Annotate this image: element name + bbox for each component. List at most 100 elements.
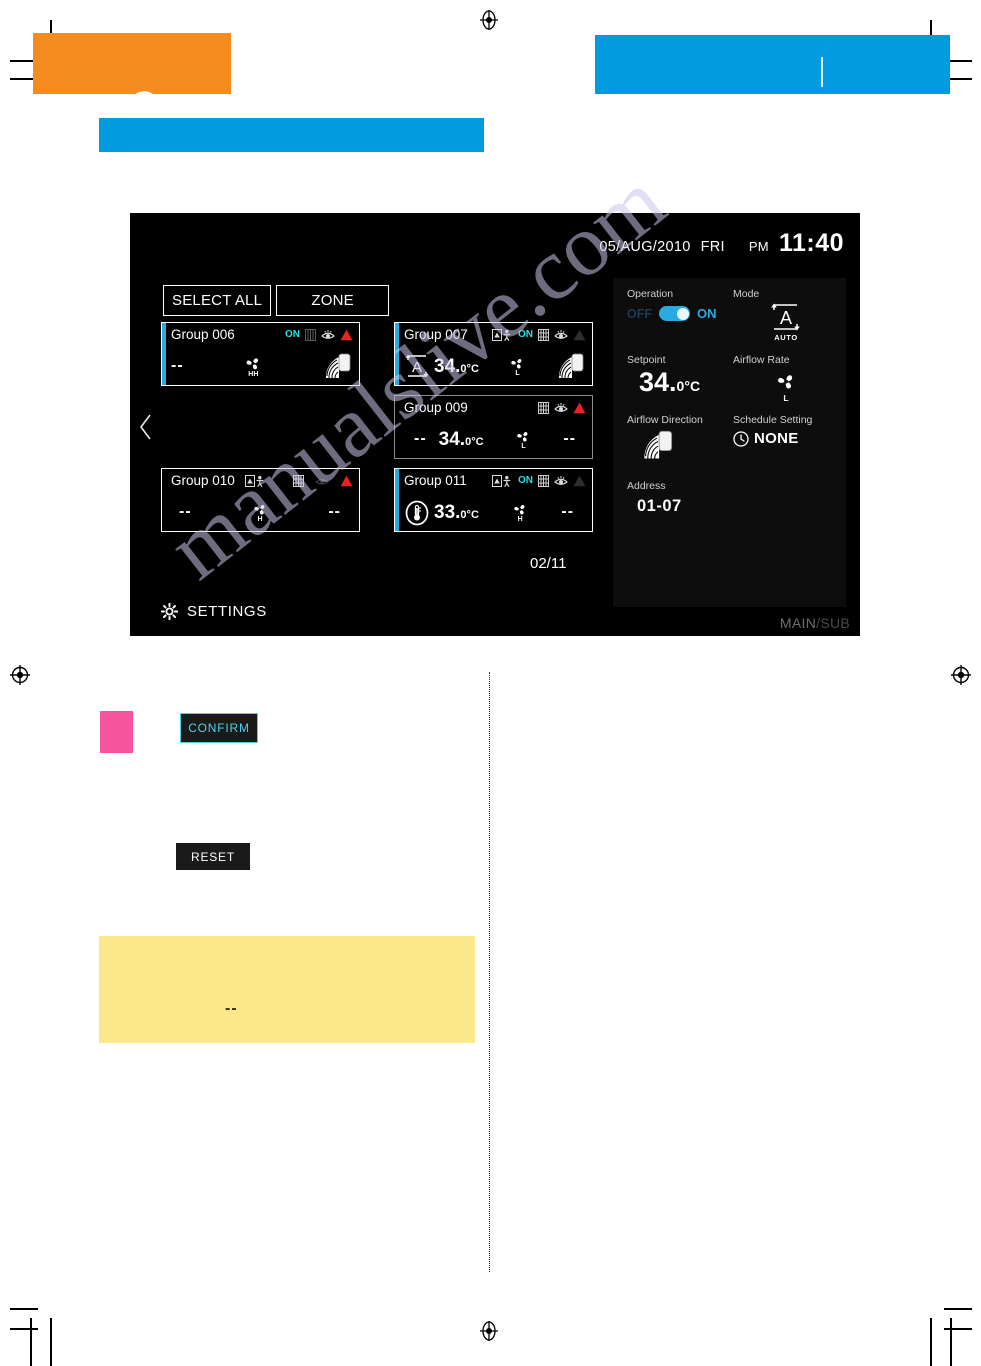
group-louver-dash: -- — [328, 503, 341, 520]
schedule-setting-block[interactable]: Schedule Setting NONE — [733, 414, 839, 467]
group-name: Group 007 — [404, 327, 468, 342]
fan-icon — [733, 371, 839, 392]
prev-page-chevron-icon[interactable] — [138, 412, 154, 446]
screen-top-buttons: SELECT ALL ZONE — [163, 285, 390, 316]
group-fan-level: HH — [248, 370, 259, 378]
eye-icon — [554, 329, 568, 341]
address-value: 01-07 — [637, 497, 682, 515]
airflow-rate-label: Airflow Rate — [733, 354, 790, 366]
toggle-switch[interactable] — [659, 306, 690, 321]
filter-icon — [538, 474, 549, 487]
warning-triangle-icon — [340, 475, 353, 487]
control-panel: Operation OFF ON Mode A AUTO Setpoint 34… — [613, 278, 846, 607]
confirm-chip-label: CONFIRM — [188, 721, 250, 735]
schedule-value-row: NONE — [733, 430, 839, 447]
operation-label: Operation — [627, 288, 674, 300]
settings-label: SETTINGS — [187, 603, 267, 620]
crop-mark-bl-v — [50, 1318, 52, 1366]
warning-triangle-icon — [573, 402, 586, 414]
airflow-rate-value: L — [783, 393, 789, 403]
address-centralized-row: Address 01-07 — [627, 480, 839, 516]
status-ampm: PM — [748, 239, 769, 254]
eye-icon — [321, 329, 335, 341]
registration-mark-right — [950, 664, 972, 686]
zone-button[interactable]: ZONE — [276, 285, 390, 316]
section-banner — [99, 118, 484, 152]
svg-text:A: A — [412, 359, 422, 376]
group-fan: HH — [244, 355, 262, 378]
status-weekday: FRI — [700, 239, 725, 255]
mode-label: Mode — [733, 288, 760, 300]
group-temp-dash: -- — [171, 357, 184, 374]
group-temp-dash: -- — [179, 503, 192, 520]
select-all-button[interactable]: SELECT ALL — [163, 285, 272, 316]
group-card-011[interactable]: Group 011 ON 33.0°C H -- — [394, 468, 593, 532]
setpoint-value: 34.0°C — [639, 369, 733, 396]
group-temp-dash: -- — [414, 430, 427, 447]
crop-mark-br-h2 — [944, 1308, 972, 1310]
fan-icon — [509, 356, 525, 371]
settings-button[interactable]: SETTINGS — [161, 603, 267, 620]
crop-mark-br-h — [944, 1328, 972, 1330]
toggle-knob — [676, 307, 689, 320]
fan-icon — [252, 502, 268, 517]
eye-icon — [554, 475, 568, 487]
group-fan-level: L — [515, 369, 520, 377]
back-button-banner[interactable] — [33, 33, 231, 117]
airflow-direction-label: Airflow Direction — [627, 414, 703, 426]
status-bar: 05/AUG/2010 FRI PM 11:40 — [599, 229, 844, 258]
group-temp: 34.0°C — [438, 428, 484, 450]
main-sub-indicator: MAIN/SUB — [780, 615, 850, 631]
direction-schedule-row: Airflow Direction Schedule Setting NONE — [627, 414, 839, 467]
group-temp-unit: 0°C — [460, 362, 479, 375]
setpoint-unit: °C — [684, 378, 701, 394]
group-power-state: ON — [518, 475, 533, 486]
setpoint-big: 34. — [639, 367, 677, 397]
clock-icon — [733, 430, 749, 447]
pink-legend-swatch — [100, 711, 133, 753]
address-label: Address — [627, 480, 666, 492]
mode-block[interactable]: Mode A AUTO — [733, 288, 839, 342]
page-count: 02/11 — [530, 555, 567, 572]
group-fan-level: L — [521, 442, 526, 450]
setpoint-block[interactable]: Setpoint 34.0°C — [627, 354, 733, 403]
filter-icon — [293, 474, 304, 487]
group-card-006[interactable]: Group 006 ON -- HH — [161, 322, 360, 386]
louver-icon — [641, 429, 733, 467]
note-box-text: -- — [225, 1000, 238, 1017]
address-block: Address 01-07 — [627, 480, 733, 516]
column-divider — [489, 672, 490, 1272]
group-fan: H — [512, 502, 528, 523]
svg-text:A: A — [780, 308, 792, 328]
crop-mark-bl-h — [10, 1328, 38, 1330]
text-cursor — [821, 57, 823, 87]
setpoint-label: Setpoint — [627, 354, 666, 366]
ventilation-icon — [492, 474, 513, 487]
group-louver-dash: -- — [561, 503, 575, 520]
filter-icon — [538, 328, 549, 341]
setpoint-rate-row: Setpoint 34.0°C Airflow Rate L — [627, 354, 839, 403]
registration-mark-bottom — [478, 1320, 500, 1342]
airflow-rate-block[interactable]: Airflow Rate L — [733, 354, 839, 403]
reset-chip: RESET — [176, 843, 250, 870]
group-grid: Group 006 ON -- HH Group 007 ON A 34.0°C… — [161, 322, 593, 541]
back-arrow-icon — [121, 80, 163, 117]
ventilation-icon — [492, 328, 513, 341]
group-card-007[interactable]: Group 007 ON A 34.0°C L — [394, 322, 593, 386]
operation-toggle[interactable]: OFF ON — [627, 306, 733, 321]
auto-mode-icon: A — [404, 354, 430, 378]
group-temp-unit: 0°C — [465, 435, 484, 448]
group-card-009[interactable]: Group 009 -- 34.0°C L -- — [394, 395, 593, 459]
crop-mark-bl-h2 — [10, 1308, 38, 1310]
select-all-label: SELECT ALL — [172, 292, 263, 309]
group-card-010[interactable]: Group 010 -- H -- — [161, 468, 360, 532]
fan-icon — [244, 355, 262, 372]
note-box — [99, 936, 475, 1043]
operation-block: Operation OFF ON — [627, 288, 733, 342]
operation-on-label: ON — [697, 306, 717, 321]
gear-icon — [161, 603, 178, 620]
thermometer-mode-icon — [404, 500, 430, 526]
status-time: 11:40 — [778, 229, 844, 257]
airflow-direction-block[interactable]: Airflow Direction — [627, 414, 733, 467]
group-temp-unit: 0°C — [460, 508, 479, 521]
